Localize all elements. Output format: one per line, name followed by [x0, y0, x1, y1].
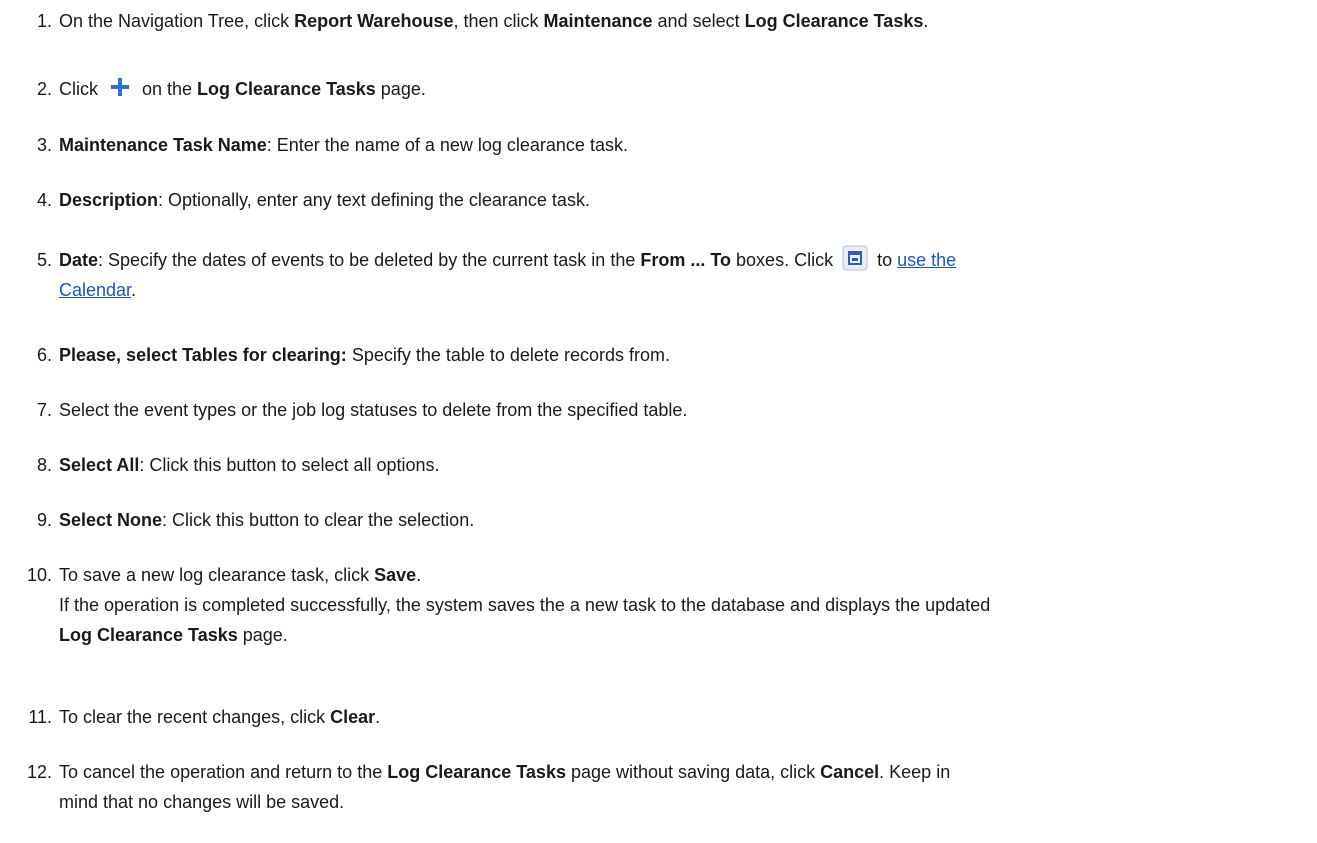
step-number: 2. — [36, 79, 52, 99]
step-number: 4. — [36, 190, 52, 210]
step-number: 9. — [36, 510, 52, 530]
step-number: 5. — [36, 250, 52, 270]
plus-icon — [107, 74, 133, 100]
step-text: To cancel the operation and return to th… — [59, 762, 951, 812]
step-number: 12. — [26, 762, 52, 782]
use-the-calendar-link[interactable]: Calendar — [59, 280, 131, 300]
step-text: Select the event types or the job log st… — [59, 400, 688, 420]
step-number: 7. — [36, 400, 52, 420]
step-text: Date: Specify the dates of events to be … — [59, 245, 1290, 305]
use-the-calendar-link[interactable]: use the — [897, 250, 956, 270]
step-text: Click on the Log Clearance Tasks page. — [59, 74, 1290, 104]
step-number: 3. — [36, 135, 52, 155]
step-number: 1. — [36, 11, 52, 31]
step-text: Select None: Click this button to clear … — [59, 510, 475, 530]
step-text: To save a new log clearance task, click … — [59, 565, 991, 645]
step-text: Select All: Click this button to select … — [59, 455, 440, 475]
step-number: 8. — [36, 455, 52, 475]
step-text: Maintenance Task Name: Enter the name of… — [59, 135, 628, 155]
step-text: Description: Optionally, enter any text … — [59, 190, 590, 210]
step-number: 6. — [36, 345, 52, 365]
step-number: 10. — [26, 565, 52, 585]
step-text: Please, select Tables for clearing: Spec… — [59, 345, 670, 365]
step-text: On the Navigation Tree, click Report War… — [59, 11, 929, 31]
step-text: To clear the recent changes, click Clear… — [59, 707, 381, 727]
calendar-icon — [842, 245, 868, 271]
step-number: 11. — [28, 707, 52, 727]
